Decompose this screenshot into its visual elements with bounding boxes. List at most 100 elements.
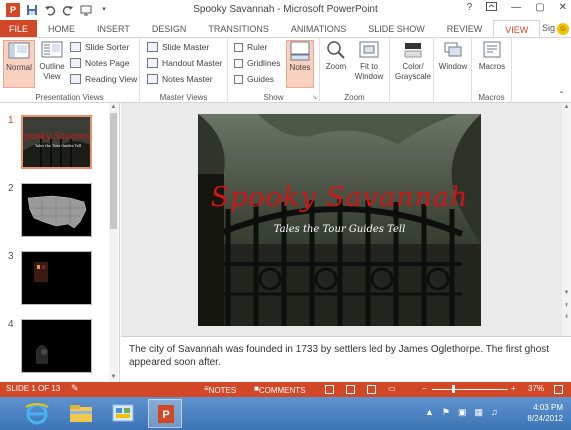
notes-master-icon: [147, 74, 158, 84]
thumbnails-scrollbar[interactable]: ▲ ▼: [109, 103, 118, 382]
redo-icon[interactable]: [62, 4, 74, 16]
group-show: Ruler Gridlines Guides Notes Show ↘: [228, 38, 320, 103]
restore-button[interactable]: ▢: [535, 2, 544, 15]
powerpoint-app-icon[interactable]: P: [6, 3, 20, 17]
zoom-in-button[interactable]: +: [511, 384, 516, 393]
ribbon-display-options-icon[interactable]: [486, 2, 498, 15]
svg-text:Tales the Tour Guides Tell: Tales the Tour Guides Tell: [35, 144, 82, 148]
notes-toggle-button[interactable]: Notes: [286, 40, 314, 88]
tab-file[interactable]: FILE: [0, 20, 38, 37]
normal-view-icon: [8, 41, 30, 61]
scroll-down-arrow-icon[interactable]: ▼: [109, 373, 118, 382]
close-button[interactable]: ✕: [559, 2, 567, 15]
scroll-up-arrow-icon[interactable]: ▲: [109, 103, 118, 112]
group-label: Zoom: [344, 93, 365, 102]
fit-to-window-button[interactable]: Fit to Window: [351, 40, 387, 82]
tab-insert[interactable]: INSERT: [86, 20, 141, 37]
slide-sorter-status-icon[interactable]: [346, 385, 355, 394]
ruler-checkbox-box[interactable]: [234, 42, 243, 52]
slide-thumbnail-4[interactable]: [21, 319, 92, 373]
group-label: Presentation Views: [35, 93, 104, 102]
reading-view-status-icon[interactable]: [367, 385, 376, 394]
tab-design[interactable]: DESIGN: [141, 20, 198, 37]
slide-master-button[interactable]: Slide Master: [147, 42, 209, 52]
slide-sorter-icon: [70, 42, 81, 52]
tab-animations[interactable]: ANIMATIONS: [280, 20, 357, 37]
svg-text:P: P: [162, 409, 169, 421]
fit-slide-icon[interactable]: [554, 385, 563, 394]
zoom-level[interactable]: 37%: [528, 384, 544, 393]
slide-thumbnail-3[interactable]: [21, 251, 92, 305]
feedback-smiley-icon[interactable]: ☺: [557, 23, 569, 35]
powerpoint-taskbar-icon[interactable]: P: [148, 399, 182, 428]
scroll-down-arrow-icon[interactable]: ▼: [562, 289, 571, 298]
normal-view-button[interactable]: Normal: [3, 40, 35, 88]
scroll-up-arrow-icon[interactable]: ▲: [562, 103, 571, 112]
volume-icon[interactable]: ♫: [491, 407, 498, 418]
tab-view[interactable]: VIEW: [493, 20, 541, 37]
minimize-button[interactable]: —: [511, 2, 521, 15]
customize-qat-icon[interactable]: ▾: [98, 4, 110, 16]
zoom-slider-track[interactable]: [432, 389, 508, 390]
notes-status-button[interactable]: ≡ NOTES: [204, 384, 236, 395]
handout-master-icon: [147, 58, 158, 68]
notes-pane[interactable]: The city of Savannah was founded in 1733…: [121, 336, 571, 382]
handout-master-button[interactable]: Handout Master: [147, 58, 222, 68]
color-grayscale-button[interactable]: Color/ Grayscale: [392, 40, 434, 82]
editor-scrollbar[interactable]: ▲ ▼ ↟ ↡: [562, 103, 571, 336]
slide-subtitle[interactable]: Tales the Tour Guides Tell: [198, 224, 481, 235]
notes-page-button[interactable]: Notes Page: [70, 58, 129, 68]
show-dialog-launcher-icon[interactable]: ↘: [312, 94, 317, 101]
clock-time: 4:03 PM: [533, 403, 563, 412]
guides-checkbox[interactable]: Guides: [234, 74, 274, 84]
signal-icon[interactable]: ▦: [475, 407, 484, 418]
slide-number: 3: [8, 251, 14, 262]
zoom-slider-handle[interactable]: [452, 385, 455, 393]
tab-slide-show[interactable]: SLIDE SHOW: [357, 20, 436, 37]
spelling-check-icon[interactable]: ✎: [71, 383, 79, 394]
normal-view-status-icon[interactable]: [325, 385, 334, 394]
internet-explorer-icon[interactable]: [20, 399, 54, 428]
window-button[interactable]: Window: [436, 40, 470, 72]
notes-text[interactable]: The city of Savannah was founded in 1733…: [129, 343, 554, 369]
zoom-button[interactable]: Zoom: [323, 40, 349, 72]
current-slide[interactable]: Spooky Savannah Tales the Tour Guides Te…: [198, 114, 481, 326]
start-from-beginning-icon[interactable]: [80, 4, 92, 16]
previous-slide-icon[interactable]: ↟: [562, 302, 571, 311]
slide-sorter-button[interactable]: Slide Sorter: [70, 42, 129, 52]
guides-checkbox-box[interactable]: [234, 74, 243, 84]
help-button[interactable]: ?: [467, 2, 473, 15]
slide-thumbnails-pane: 1 Spooky Savannah Tales the Tour Guides …: [0, 103, 120, 382]
ruler-checkbox[interactable]: Ruler: [234, 42, 267, 52]
zoom-out-button[interactable]: −: [422, 384, 427, 393]
comments-status-button[interactable]: ■ COMMENTS: [254, 384, 306, 395]
sign-in-link[interactable]: Sig: [542, 23, 555, 33]
outline-view-button[interactable]: Outline View: [37, 40, 67, 82]
reading-view-button[interactable]: Reading View: [70, 74, 137, 84]
group-label: Show: [263, 93, 284, 102]
macros-button[interactable]: Macros: [474, 40, 510, 72]
system-tray-icons[interactable]: ▲ ⚑ ▣ ▦ ♫: [425, 407, 498, 418]
tab-review[interactable]: REVIEW: [436, 20, 494, 37]
monitor-icon[interactable]: ▣: [458, 407, 467, 418]
tab-home[interactable]: HOME: [37, 20, 86, 37]
tab-transitions[interactable]: TRANSITIONS: [197, 20, 280, 37]
network-icon[interactable]: ▲: [425, 407, 434, 418]
control-panel-icon[interactable]: [106, 399, 140, 428]
undo-icon[interactable]: [44, 4, 56, 16]
scrollbar-thumb[interactable]: [110, 113, 117, 229]
file-explorer-icon[interactable]: [64, 399, 98, 428]
notes-master-button[interactable]: Notes Master: [147, 74, 213, 84]
flag-icon[interactable]: ⚑: [442, 407, 450, 418]
slide-thumbnail-2[interactable]: [21, 183, 92, 237]
slide-show-status-icon[interactable]: ▭: [388, 384, 396, 393]
collapse-ribbon-icon[interactable]: ⌃: [558, 90, 565, 99]
slide-thumbnail-1[interactable]: Spooky Savannah Tales the Tour Guides Te…: [21, 115, 92, 169]
gridlines-checkbox-box[interactable]: [234, 58, 243, 68]
slide-title[interactable]: Spooky Savannah: [198, 182, 481, 213]
ribbon: Normal Outline View Slide Sorter Notes P…: [0, 38, 571, 103]
clock[interactable]: 4:03 PM 8/24/2012: [527, 402, 563, 424]
next-slide-icon[interactable]: ↡: [562, 313, 571, 322]
gridlines-checkbox[interactable]: Gridlines: [234, 58, 281, 68]
save-icon[interactable]: [26, 4, 38, 16]
